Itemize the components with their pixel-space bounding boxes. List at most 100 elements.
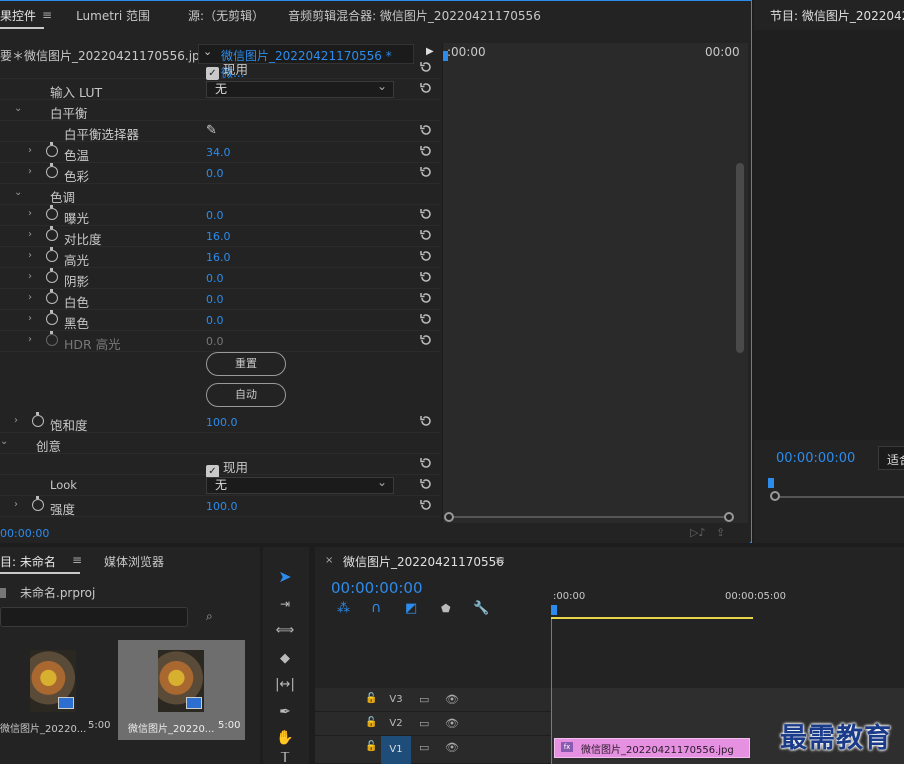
sync-lock-icon[interactable]: ▭ (419, 741, 429, 754)
eye-icon[interactable]: 👁 (445, 693, 459, 706)
add-marker-icon[interactable]: ◩ (405, 601, 417, 616)
close-icon[interactable]: × (325, 555, 333, 566)
ripple-edit-tool-icon[interactable]: ⟺ (272, 618, 298, 642)
horizontal-scrollbar[interactable] (444, 512, 734, 522)
input-lut-dropdown[interactable]: 无 (206, 79, 394, 98)
tab-menu-icon[interactable]: ≡ (72, 553, 82, 567)
chevron-right-icon[interactable]: › (28, 166, 32, 177)
fit-dropdown[interactable]: 适合 (878, 446, 904, 470)
reset-icon[interactable] (419, 144, 433, 158)
linked-selection-icon[interactable]: ∩ (371, 600, 381, 616)
chevron-right-icon[interactable]: › (14, 415, 18, 426)
hand-tool-icon[interactable]: ✋ (272, 726, 298, 750)
tab-project[interactable]: 目: 未命名 (0, 553, 56, 570)
pen-tool-icon[interactable]: ✒ (272, 700, 298, 724)
reset-button[interactable]: 重置 (206, 352, 286, 376)
reset-icon[interactable] (419, 60, 433, 74)
chevron-right-icon[interactable]: › (28, 145, 32, 156)
playhead[interactable] (443, 51, 448, 61)
saturation-value[interactable]: 100.0 (206, 416, 238, 429)
auto-button[interactable]: 自动 (206, 383, 286, 407)
program-viewer[interactable] (754, 30, 904, 440)
razor-tool-icon[interactable]: ◆ (272, 646, 298, 670)
program-playhead[interactable] (768, 478, 774, 488)
reset-icon[interactable] (419, 456, 433, 470)
chevron-right-icon[interactable]: › (28, 208, 32, 219)
tab-source[interactable]: 源:（无剪辑） (188, 7, 264, 24)
sync-lock-icon[interactable]: ▭ (419, 717, 429, 730)
eye-icon[interactable]: 👁 (445, 717, 459, 730)
eyedropper-icon[interactable]: ✎ (206, 123, 217, 138)
creative-row[interactable]: ⌄ 创意 (0, 433, 440, 454)
reset-icon[interactable] (419, 123, 433, 137)
intensity-value[interactable]: 100.0 (206, 500, 238, 513)
tab-media-browser[interactable]: 媒体浏览器 (104, 553, 164, 570)
program-scrubber[interactable] (768, 478, 904, 502)
wrench-icon[interactable]: 🔧 (473, 601, 489, 616)
stopwatch-icon[interactable] (46, 247, 58, 262)
reset-icon[interactable] (419, 291, 433, 305)
reset-icon[interactable] (419, 270, 433, 284)
sequence-title[interactable]: 微信图片_20220421170556 (343, 553, 504, 570)
stopwatch-icon[interactable] (46, 268, 58, 283)
reset-icon[interactable] (419, 207, 433, 221)
chevron-right-icon[interactable]: › (28, 313, 32, 324)
project-item-selected[interactable]: 微信图片_20220... 5:00 (118, 640, 245, 740)
lock-icon[interactable]: 🔓 (365, 693, 377, 704)
stopwatch-icon[interactable] (46, 205, 58, 220)
lock-icon[interactable]: 🔓 (365, 741, 377, 752)
work-area-bar[interactable] (551, 617, 753, 619)
sync-lock-icon[interactable]: ▭ (419, 693, 429, 706)
vertical-scrollbar[interactable] (736, 163, 744, 353)
type-tool-icon[interactable]: T (272, 752, 298, 764)
tone-row[interactable]: ⌄ 色调 (0, 184, 440, 205)
reset-icon[interactable] (419, 498, 433, 512)
search-input[interactable] (0, 607, 188, 627)
track-label[interactable]: V3 (381, 688, 411, 712)
blacks-value[interactable]: 0.0 (206, 314, 224, 327)
effect-timeline[interactable]: :00:00 00:00 (442, 43, 748, 523)
chevron-right-icon[interactable]: › (14, 499, 18, 510)
sequence-timecode[interactable]: 00:00:00:00 (331, 579, 423, 597)
tab-lumetri-scopes[interactable]: Lumetri 范围 (76, 7, 150, 24)
contrast-value[interactable]: 16.0 (206, 230, 231, 243)
chevron-right-icon[interactable]: › (28, 292, 32, 303)
reset-icon[interactable] (419, 312, 433, 326)
chevron-right-icon[interactable]: › (28, 250, 32, 261)
chevron-right-icon[interactable]: › (28, 334, 32, 345)
chevron-down-icon[interactable]: ⌄ (14, 187, 22, 198)
lock-icon[interactable]: 🔓 (365, 717, 377, 728)
project-item[interactable]: 微信图片_20220... 5:00 (0, 640, 114, 740)
audio-icon[interactable]: ▷♪ (690, 526, 705, 539)
white-balance-row[interactable]: ⌄ 白平衡 (0, 100, 440, 121)
play-triangle-icon[interactable]: ▶ (426, 46, 434, 57)
effect-timecode[interactable]: 00:00:00 (0, 527, 49, 540)
use-checkbox[interactable]: ✓ 现用 (206, 59, 248, 80)
look-dropdown[interactable]: 无 (206, 475, 394, 494)
stopwatch-icon[interactable] (46, 163, 58, 178)
tab-audio-clip-mixer[interactable]: 音频剪辑混合器: 微信图片_20220421170556 (288, 7, 541, 24)
playhead[interactable] (551, 605, 557, 615)
track-label[interactable]: V1 (381, 736, 411, 764)
tab-effect-controls[interactable]: 果控件 (0, 7, 36, 24)
chevron-down-icon[interactable]: ⌄ (14, 103, 22, 114)
track-select-tool-icon[interactable]: ⇥ (272, 592, 298, 616)
new-bin-icon[interactable]: ⌕ (206, 609, 213, 624)
reset-icon[interactable] (419, 249, 433, 263)
export-icon[interactable]: ⇪ (716, 526, 725, 539)
slip-tool-icon[interactable]: |↔| (272, 672, 298, 696)
eye-icon[interactable]: 👁 (445, 741, 459, 754)
reset-icon[interactable] (419, 81, 433, 95)
shadows-value[interactable]: 0.0 (206, 272, 224, 285)
marker-icon[interactable]: ⬟ (441, 602, 451, 615)
stopwatch-icon[interactable] (46, 310, 58, 325)
stopwatch-icon[interactable] (46, 289, 58, 304)
chevron-right-icon[interactable]: › (28, 229, 32, 240)
whites-value[interactable]: 0.0 (206, 293, 224, 306)
timeline-ruler[interactable]: :00:00 00:00:05:00 (551, 587, 904, 619)
highlights-value[interactable]: 16.0 (206, 251, 231, 264)
stopwatch-icon[interactable] (32, 496, 44, 511)
reset-icon[interactable] (419, 228, 433, 242)
chevron-down-icon[interactable]: ⌄ (0, 436, 8, 447)
reset-icon[interactable] (419, 477, 433, 491)
